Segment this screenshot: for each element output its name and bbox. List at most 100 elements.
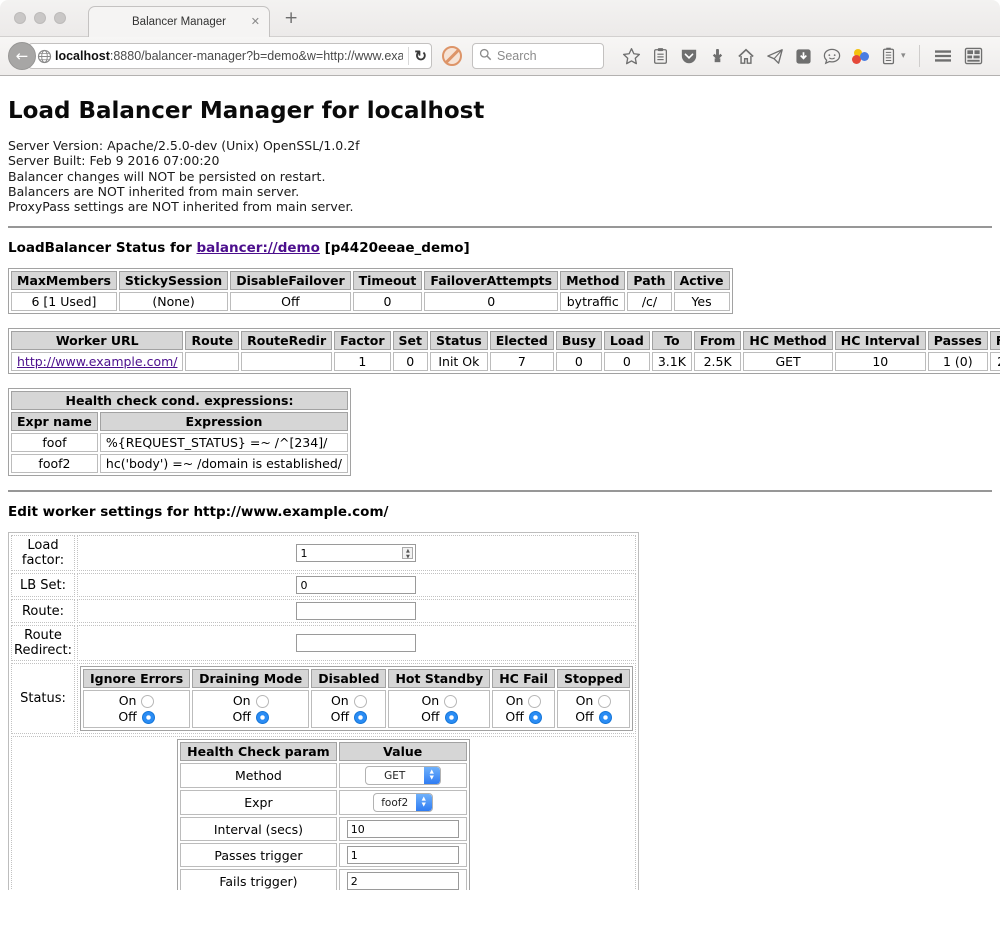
off-label: Off [331, 709, 349, 725]
extension-download-icon[interactable] [795, 48, 812, 65]
hot-standby-off-radio[interactable] [445, 711, 458, 724]
server-version-line: Server Version: Apache/2.5.0-dev (Unix) … [8, 138, 992, 153]
expr-select[interactable]: foof2▲▼ [373, 793, 433, 812]
search-bar[interactable]: Search [472, 43, 604, 69]
select-chevrons-icon: ▲▼ [424, 767, 440, 784]
content-blocked-icon[interactable] [442, 46, 462, 66]
bookmark-star-icon[interactable] [622, 47, 641, 66]
route-redirect-input[interactable] [296, 634, 416, 652]
balancer-demo-link[interactable]: balancer://demo [197, 240, 320, 256]
menu-hamburger-icon[interactable] [933, 48, 953, 64]
draining-mode-on-radio[interactable] [256, 695, 269, 708]
col-worker-url: Worker URL [11, 331, 183, 350]
reload-icon[interactable]: ↻ [414, 47, 427, 65]
container-battery-icon[interactable] [881, 47, 896, 65]
pocket-icon[interactable] [680, 48, 698, 65]
col-timeout: Timeout [353, 271, 423, 290]
tab-close-icon[interactable]: ✕ [251, 15, 260, 28]
number-stepper[interactable]: ▲▼ [402, 547, 413, 559]
overflow-caret-icon[interactable]: ▾ [901, 51, 906, 61]
cell-expr-name: foof2 [11, 454, 98, 473]
passes-input[interactable] [347, 846, 459, 864]
window-close-button[interactable] [14, 12, 26, 24]
method-cell: GET▲▼ [339, 763, 467, 788]
colored-dots-extension-icon[interactable] [852, 47, 870, 65]
heading-suffix: [p4420eeae_demo] [320, 240, 470, 256]
draining-mode-off-radio[interactable] [256, 711, 269, 724]
tiles-grid-icon[interactable] [964, 47, 983, 65]
stopped-off-radio[interactable] [599, 711, 612, 724]
title-bar: Balancer Manager ✕ + [0, 0, 1000, 37]
tab-balancer-manager[interactable]: Balancer Manager ✕ [88, 6, 270, 37]
method-select[interactable]: GET▲▼ [365, 766, 441, 785]
expr-label: Expr [180, 790, 337, 815]
disabled-on-radio[interactable] [354, 695, 367, 708]
cell-expression: hc('body') =~ /domain is established/ [100, 454, 348, 473]
form-row-health-params: Health Check param Value Method GET▲▼ Ex… [11, 736, 636, 890]
new-tab-button[interactable]: + [284, 10, 298, 27]
worker-url-link[interactable]: http://www.example.com/ [17, 354, 177, 369]
passes-label: Passes trigger [180, 843, 337, 867]
col-active: Active [674, 271, 730, 290]
stopped-on-radio[interactable] [598, 695, 611, 708]
route-input[interactable] [296, 602, 416, 620]
cell-to: 3.1K [652, 352, 692, 371]
window-zoom-button[interactable] [54, 12, 66, 24]
lb-set-label: LB Set: [11, 573, 75, 597]
on-label: On [576, 693, 594, 709]
cell-fails: 2 (0) [990, 352, 1000, 371]
chat-smiley-icon[interactable] [823, 48, 841, 65]
cell-failoverattempts: 0 [424, 292, 558, 311]
window-minimize-button[interactable] [34, 12, 46, 24]
url-text[interactable]: localhost:8880/balancer-manager?b=demo&w… [55, 49, 403, 63]
col-hc-interval: HC Interval [835, 331, 926, 350]
on-label: On [506, 693, 524, 709]
col-busy: Busy [556, 331, 602, 350]
hc-fail-on-radio[interactable] [528, 695, 541, 708]
reading-list-icon[interactable] [652, 47, 669, 65]
col-to: To [652, 331, 692, 350]
cell-routeredir [241, 352, 332, 371]
interval-cell [339, 817, 467, 841]
ignore-errors-off-radio[interactable] [142, 711, 155, 724]
interval-input[interactable] [347, 820, 459, 838]
navigation-toolbar: ← localhost:8880/balancer-manager?b=demo… [0, 37, 1000, 76]
col-hc-method: HC Method [743, 331, 832, 350]
disabled-off-radio[interactable] [354, 711, 367, 724]
col-from: From [694, 331, 742, 350]
interval-label: Interval (secs) [180, 817, 337, 841]
stopped-radios: On Off [557, 690, 630, 728]
hot-standby-on-radio[interactable] [444, 695, 457, 708]
toolbar-icons: ▾ [622, 45, 983, 67]
status-label: Status: [11, 663, 75, 734]
cell-factor: 1 [334, 352, 390, 371]
cell-path: /c/ [627, 292, 671, 311]
back-button[interactable]: ← [8, 42, 36, 70]
url-bar[interactable]: localhost:8880/balancer-manager?b=demo&w… [28, 43, 432, 69]
cell-method: bytraffic [560, 292, 625, 311]
ignore-errors-on-radio[interactable] [141, 695, 154, 708]
cell-active: Yes [674, 292, 730, 311]
lb-set-cell [77, 573, 636, 597]
fails-input[interactable] [347, 872, 459, 890]
on-label: On [233, 693, 251, 709]
cell-route [185, 352, 239, 371]
load-factor-cell: ▲▼ [77, 535, 636, 571]
lb-set-input[interactable] [296, 576, 416, 594]
load-factor-input[interactable] [296, 544, 416, 562]
form-row-lb-set: LB Set: [11, 573, 636, 597]
window-controls[interactable] [14, 12, 66, 24]
home-icon[interactable] [737, 48, 755, 65]
hc-row-expr: Expr foof2▲▼ [180, 790, 467, 815]
form-row-status: Status: Ignore Errors Draining Mode Disa… [11, 663, 636, 734]
downloads-icon[interactable] [709, 48, 726, 65]
hc-fail-off-radio[interactable] [529, 711, 542, 724]
loadbalancer-status-heading: LoadBalancer Status for balancer://demo … [8, 240, 992, 256]
route-redirect-label: Route Redirect: [11, 625, 75, 661]
share-plane-icon[interactable] [766, 48, 784, 65]
route-redirect-cell [77, 625, 636, 661]
col-ignore-errors: Ignore Errors [83, 669, 190, 688]
off-label: Off [575, 709, 593, 725]
cell-expr-name: foof [11, 433, 98, 452]
select-chevrons-icon: ▲▼ [416, 794, 432, 811]
